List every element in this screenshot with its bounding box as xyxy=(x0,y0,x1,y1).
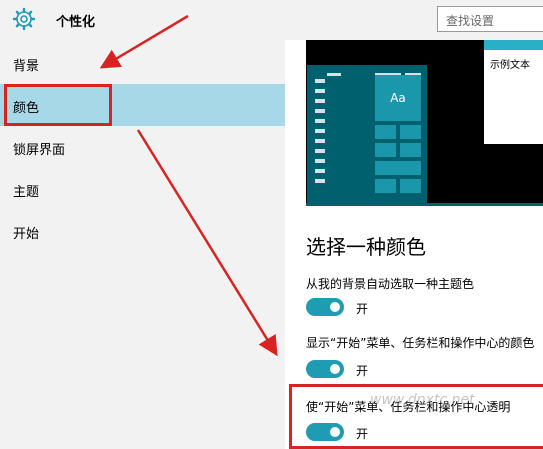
highlight-box-setting xyxy=(289,384,543,449)
sidebar-item-background[interactable]: 背景 xyxy=(0,42,285,84)
setting-label-show-color: 显示“开始”菜单、任务栏和操作中心的颜色 xyxy=(306,336,535,350)
sidebar-item-start[interactable]: 开始 xyxy=(0,210,285,252)
toggle-state-label: 开 xyxy=(356,364,369,378)
toggle-show-color[interactable] xyxy=(306,360,344,378)
color-preview: Aa 示例文本 xyxy=(306,40,543,206)
sidebar-item-label: 开始 xyxy=(13,227,40,242)
sidebar-item-themes[interactable]: 主题 xyxy=(0,168,285,210)
highlight-box-colors xyxy=(4,84,112,126)
preview-start-menu: Aa xyxy=(307,65,427,203)
sidebar-item-label: 主题 xyxy=(13,185,40,200)
sidebar-item-label: 背景 xyxy=(13,59,40,74)
setting-label-auto-accent: 从我的背景自动选取一种主题色 xyxy=(306,277,475,291)
search-input[interactable]: 查找设置 xyxy=(437,6,543,32)
toggle-knob xyxy=(330,302,340,312)
sample-text: 示例文本 xyxy=(490,60,530,71)
gear-icon[interactable] xyxy=(12,7,36,31)
section-heading: 选择一种颜色 xyxy=(306,235,426,259)
page-title: 个性化 xyxy=(56,15,96,30)
sidebar-item-label: 锁屏界面 xyxy=(13,143,66,158)
toggle-auto-accent[interactable] xyxy=(306,298,344,316)
sidebar-item-lock-screen[interactable]: 锁屏界面 xyxy=(0,126,285,168)
preview-tile: Aa xyxy=(375,75,421,121)
preview-taskbar xyxy=(306,203,543,206)
toggle-knob xyxy=(330,364,340,374)
preview-window-titlebar xyxy=(484,40,543,50)
toggle-state-label: 开 xyxy=(356,302,369,316)
title-bar: 个性化 查找设置 xyxy=(0,0,543,40)
preview-window: 示例文本 xyxy=(484,40,543,144)
